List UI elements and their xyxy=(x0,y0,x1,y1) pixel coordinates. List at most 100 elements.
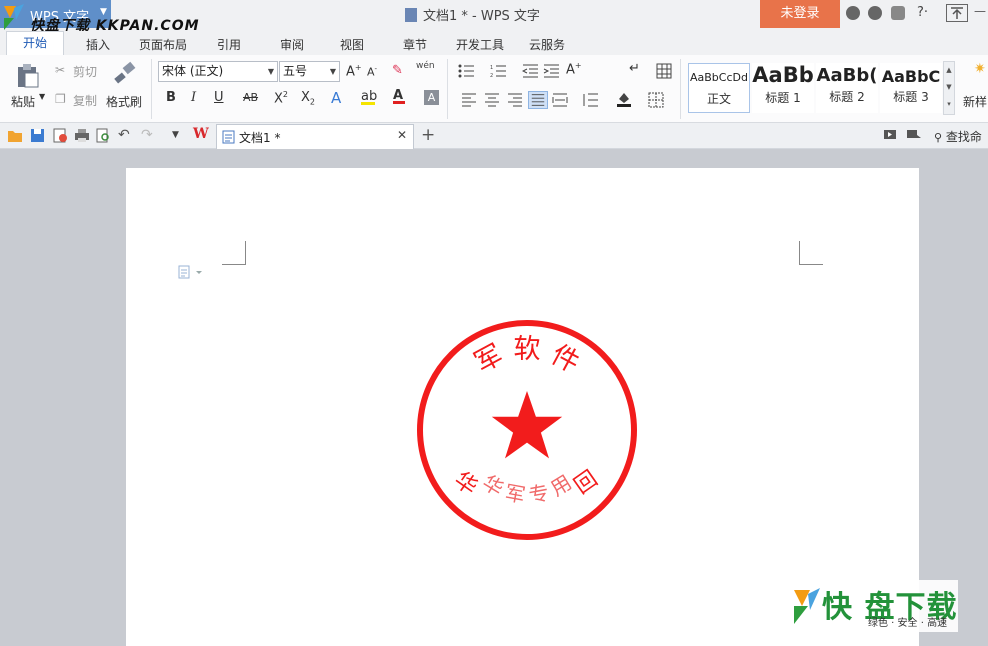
kkpan-logo-icon xyxy=(794,588,820,624)
shrink-font-icon[interactable]: A- xyxy=(367,65,377,79)
style-preview: AaBb( xyxy=(816,65,878,86)
font-color-icon[interactable]: A xyxy=(393,88,405,104)
feedback-icon[interactable] xyxy=(891,6,905,20)
search-icon: ⚲ xyxy=(934,131,943,144)
redo-icon[interactable]: ↷ xyxy=(141,127,153,143)
wps-logo-icon: W xyxy=(193,126,209,142)
style-normal[interactable]: AaBbCcDd 正文 xyxy=(688,63,750,113)
settings-icon[interactable] xyxy=(868,6,882,20)
seal-bottom-text: 华 军 专 用 xyxy=(478,470,576,508)
justify-icon[interactable] xyxy=(528,91,548,109)
chevron-down-icon: ▼ xyxy=(267,67,274,76)
minimize-button[interactable]: — xyxy=(974,4,986,18)
char-shading-icon[interactable]: A xyxy=(424,90,439,105)
bullet-list-icon[interactable] xyxy=(458,63,474,79)
undo-icon[interactable]: ↶ xyxy=(118,127,130,143)
paste-icon[interactable] xyxy=(16,63,40,89)
tab-page-layout[interactable]: 页面布局 xyxy=(139,36,187,53)
format-painter-button[interactable]: 格式刷 xyxy=(106,93,142,110)
skin-icon[interactable] xyxy=(846,6,860,20)
search-command-label: 查找命 xyxy=(945,130,982,144)
phonetic-guide-icon[interactable]: wén xyxy=(416,61,435,71)
paste-button[interactable]: 粘贴 xyxy=(11,93,35,110)
new-style-button[interactable]: 新样 xyxy=(963,93,987,110)
help-icon[interactable]: ?· xyxy=(917,5,928,20)
svg-text:1: 1 xyxy=(490,65,493,71)
tab-developer[interactable]: 开发工具 xyxy=(456,36,504,53)
seal-top-text: 军 软 件 xyxy=(470,334,585,379)
strikethrough-icon[interactable]: AB xyxy=(243,91,258,104)
print-preview-icon[interactable] xyxy=(96,128,111,143)
red-star-icon xyxy=(491,391,563,459)
italic-icon[interactable]: I xyxy=(191,90,196,105)
line-spacing-icon[interactable] xyxy=(582,92,598,108)
subscript-icon[interactable]: X2 xyxy=(301,90,315,107)
document-icon xyxy=(222,130,235,144)
borders-icon[interactable] xyxy=(648,92,664,108)
tab-cloud[interactable]: 云服务 xyxy=(529,36,565,53)
paragraph-mark-icon[interactable]: ↵ xyxy=(629,61,640,76)
search-command[interactable]: ⚲ 查找命 xyxy=(934,128,982,145)
tab-start[interactable]: 开始 xyxy=(6,31,64,55)
style-heading-3[interactable]: AaBbC 标题 3 xyxy=(880,63,942,113)
open-folder-icon[interactable] xyxy=(7,129,23,143)
superscript-icon[interactable]: X2 xyxy=(274,90,288,106)
tab-view[interactable]: 视图 xyxy=(340,36,364,53)
scissors-icon[interactable]: ✂ xyxy=(55,63,65,77)
print-icon[interactable] xyxy=(74,128,90,143)
style-name: 正文 xyxy=(706,92,731,106)
text-direction-icon[interactable]: A+ xyxy=(566,61,582,77)
tab-insert[interactable]: 插入 xyxy=(86,36,110,53)
comment-icon[interactable] xyxy=(906,129,922,142)
paste-options-icon[interactable] xyxy=(178,265,204,279)
bold-icon[interactable]: B xyxy=(166,90,176,105)
tab-review[interactable]: 审阅 xyxy=(280,36,304,53)
tab-chapter[interactable]: 章节 xyxy=(403,36,427,53)
grow-font-icon[interactable]: A+ xyxy=(346,63,362,79)
align-center-icon[interactable] xyxy=(484,92,500,108)
cut-button[interactable]: 剪切 xyxy=(73,63,97,80)
table-icon[interactable] xyxy=(656,63,672,79)
seal-stamp[interactable]: 军 软 件 华 军 专 用 华 回 xyxy=(415,318,639,542)
margin-corner-top-left xyxy=(222,241,246,265)
align-right-icon[interactable] xyxy=(507,92,523,108)
export-pdf-icon[interactable] xyxy=(52,128,68,143)
login-button[interactable]: 未登录 xyxy=(760,0,840,28)
distributed-align-icon[interactable] xyxy=(552,92,568,108)
chevron-down-icon[interactable]: ▼ xyxy=(172,130,179,140)
seal-left-char: 华 xyxy=(449,467,481,500)
style-name: 标题 3 xyxy=(893,90,929,104)
shading-icon[interactable] xyxy=(616,91,632,107)
save-icon[interactable] xyxy=(30,128,45,143)
sun-icon[interactable]: ✷ xyxy=(974,61,986,77)
font-size-select[interactable]: 五号 ▼ xyxy=(279,61,340,82)
divider xyxy=(680,59,681,119)
screen-icon[interactable] xyxy=(883,129,897,142)
highlight-icon[interactable]: ab xyxy=(361,89,377,105)
styles-scroll[interactable]: ▲ ▼ ▾ xyxy=(943,61,955,115)
style-preview: AaBbCcDd xyxy=(690,71,748,84)
tab-references[interactable]: 引用 xyxy=(217,36,241,53)
decrease-indent-icon[interactable] xyxy=(522,63,538,79)
style-heading-1[interactable]: AaBb 标题 1 xyxy=(752,63,814,113)
font-family-select[interactable]: 宋体 (正文) ▼ xyxy=(158,61,278,82)
kkpan-logo-icon xyxy=(4,4,24,30)
copy-icon[interactable]: ❐ xyxy=(55,92,66,106)
align-left-icon[interactable] xyxy=(461,92,477,108)
numbered-list-icon[interactable]: 12 xyxy=(490,63,506,79)
window-title: 文档1 * - WPS 文字 xyxy=(405,5,540,24)
clear-format-icon[interactable]: ✎ xyxy=(392,63,403,78)
style-heading-2[interactable]: AaBb( 标题 2 xyxy=(816,63,878,113)
copy-button[interactable]: 复制 xyxy=(73,92,97,109)
text-effect-icon[interactable]: A xyxy=(331,89,341,107)
document-icon xyxy=(405,8,417,22)
restore-window-button[interactable] xyxy=(946,4,968,22)
increase-indent-icon[interactable] xyxy=(543,63,559,79)
underline-icon[interactable]: U xyxy=(214,90,224,105)
chevron-down-icon[interactable]: ▼ xyxy=(39,92,45,101)
document-tab[interactable]: 文档1 * ✕ xyxy=(216,124,414,149)
ribbon: 粘贴 ▼ ✂ 剪切 ❐ 复制 格式刷 宋体 (正文) ▼ 五号 ▼ A+ A- ✎ … xyxy=(0,55,988,123)
new-tab-icon[interactable]: + xyxy=(421,125,435,145)
format-painter-icon[interactable] xyxy=(112,61,138,87)
close-tab-icon[interactable]: ✕ xyxy=(397,128,407,142)
